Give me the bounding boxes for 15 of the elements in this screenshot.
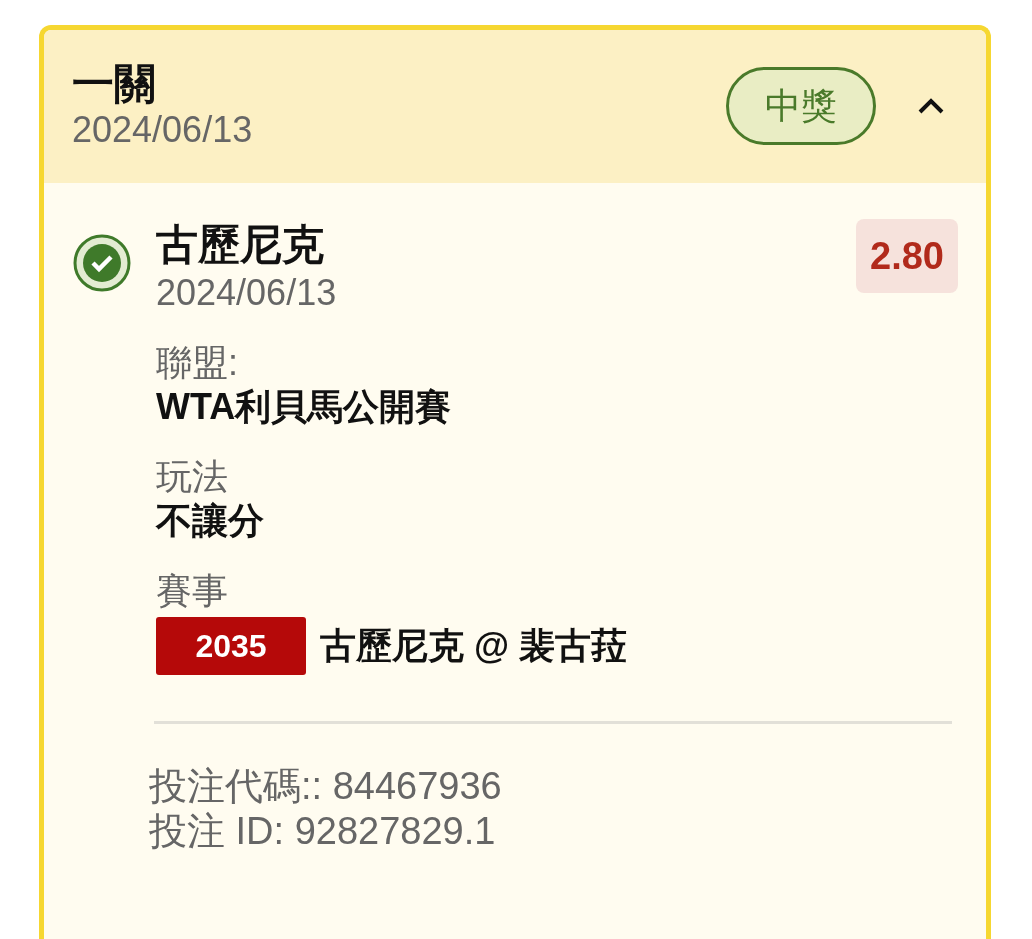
selection-name: 古歷尼克	[156, 220, 325, 270]
selection-date: 2024/06/13	[156, 271, 337, 315]
event-code-badge: 2035	[156, 617, 306, 675]
bet-date: 2024/06/13	[72, 107, 254, 152]
field-label: 玩法	[156, 455, 229, 499]
field-label: 賽事	[156, 569, 229, 613]
bet-reference: 投注代碼:: 84467936	[149, 764, 503, 809]
status-badge: 中獎	[726, 66, 876, 145]
field-value: 古歷尼克 @ 裴古菈	[320, 624, 628, 668]
bet-type-title: 一關	[72, 59, 157, 108]
field-label: 聯盟:	[156, 341, 239, 385]
field-value: 不讓分	[156, 499, 265, 543]
odds-badge: 2.80	[856, 219, 958, 293]
field-value: WTA利貝馬公開賽	[156, 385, 453, 429]
bet-reference: 投注 ID: 92827829.1	[149, 809, 497, 854]
